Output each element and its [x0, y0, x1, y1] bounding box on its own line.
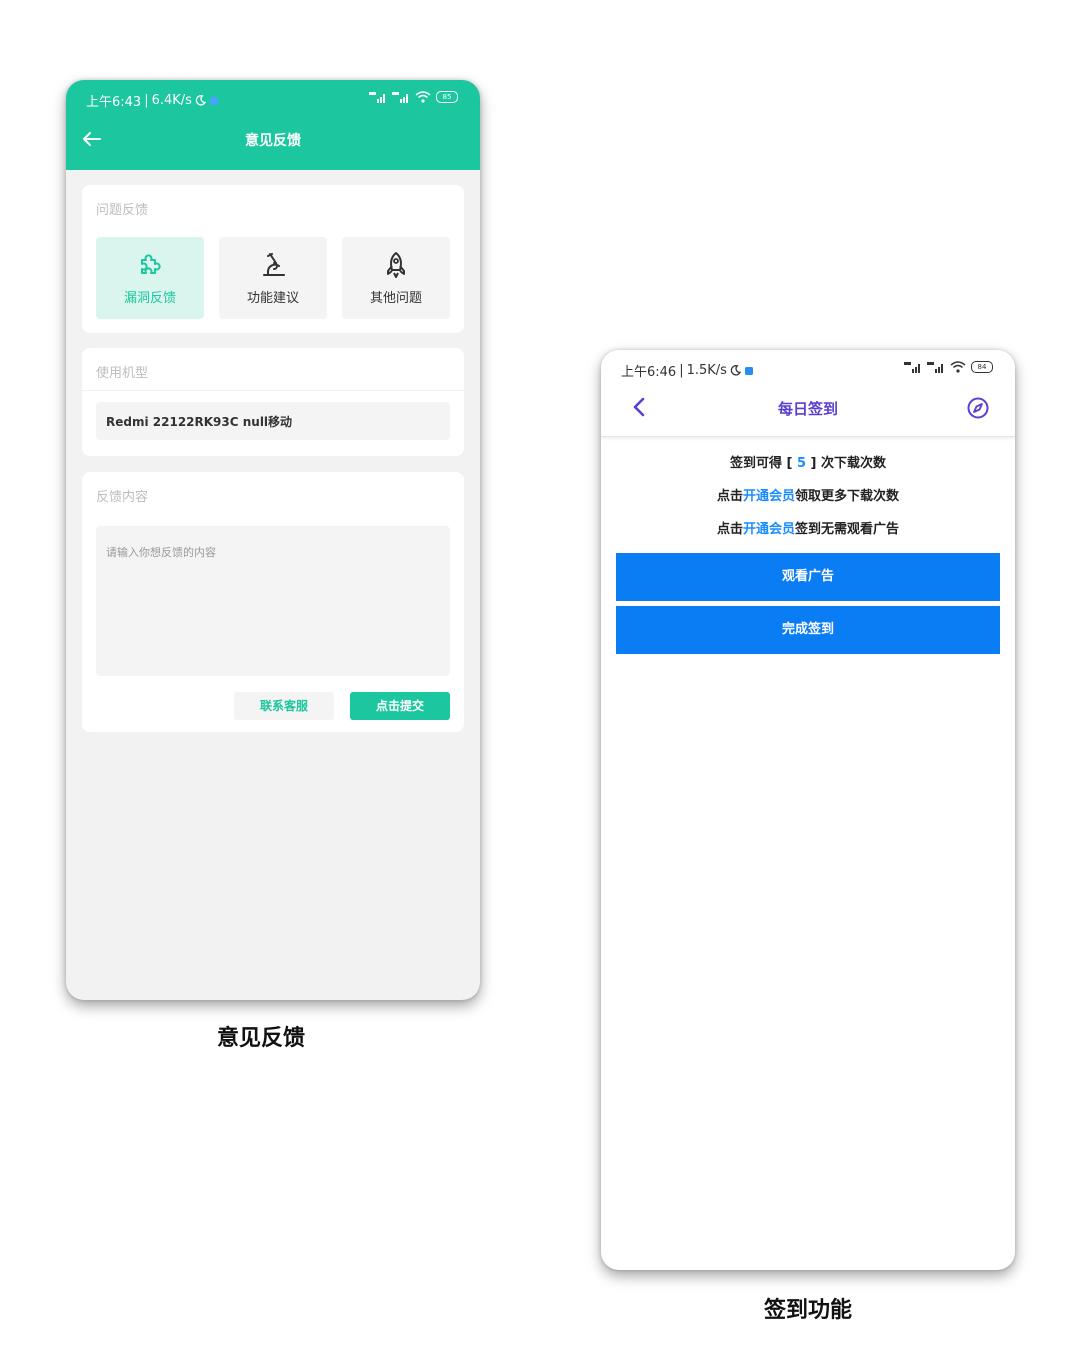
status-bar: 上午6:43 | 6.4K/s 85 — [66, 80, 480, 116]
rocket-icon — [387, 252, 405, 278]
option-other-issues[interactable]: 其他问题 — [342, 237, 450, 319]
status-speed: 6.4K/s — [151, 93, 192, 108]
feedback-textarea[interactable]: 请输入你想反馈的内容 — [96, 526, 450, 676]
contact-support-button[interactable]: 联系客服 — [234, 692, 334, 720]
app-header: 上午6:43 | 6.4K/s 85 意见反馈 — [66, 80, 480, 170]
notification-icon — [209, 96, 218, 105]
status-speed: 1.5K/s — [686, 363, 727, 378]
option-label: 其他问题 — [369, 291, 422, 306]
caption-checkin: 签到功能 — [763, 1298, 852, 1323]
status-time: 上午6:46 — [621, 365, 677, 380]
feedback-screen: 上午6:43 | 6.4K/s 85 意见反馈 问题反馈 漏洞反馈 功能建议 其… — [66, 80, 480, 1000]
open-vip-link[interactable]: 开通会员 — [743, 489, 795, 504]
vip-more-downloads-text: 点击开通会员领取更多下载次数 — [716, 489, 900, 504]
checkin-screen: 上午6:46 | 1.5K/s 84 每日签到 签到可得 [ 5 ] 次下载次数… — [601, 350, 1015, 1270]
vip-no-ads-text: 点击开通会员签到无需观看广告 — [716, 522, 900, 537]
signal-icon — [927, 361, 943, 373]
wifi-icon — [415, 91, 431, 103]
device-model-value: Redmi 22122RK93C null移动 — [106, 415, 293, 429]
signal-icon — [369, 91, 385, 103]
open-vip-link[interactable]: 开通会员 — [743, 522, 795, 537]
divider — [82, 390, 464, 391]
option-label: 漏洞反馈 — [123, 291, 176, 306]
section-label: 反馈内容 — [96, 490, 149, 505]
option-feature-suggestion[interactable]: 功能建议 — [219, 237, 327, 319]
signal-icon — [904, 361, 920, 373]
signal-icon — [392, 91, 408, 103]
app-header: 上午6:46 | 1.5K/s 84 每日签到 — [601, 350, 1015, 437]
page-title: 意见反馈 — [245, 133, 301, 149]
complete-checkin-button[interactable]: 完成签到 — [616, 606, 1000, 654]
notification-icon — [744, 366, 753, 375]
option-label: 功能建议 — [246, 291, 299, 306]
device-model-card: 使用机型 Redmi 22122RK93C null移动 — [82, 348, 464, 456]
moon-icon — [730, 365, 741, 376]
compass-icon[interactable] — [967, 397, 989, 419]
caption-feedback: 意见反馈 — [216, 1026, 305, 1051]
page-title: 每日签到 — [777, 400, 838, 418]
option-bug-feedback[interactable]: 漏洞反馈 — [96, 237, 204, 319]
section-label: 问题反馈 — [96, 203, 149, 218]
reward-count: 5 — [796, 456, 807, 471]
watch-ad-button[interactable]: 观看广告 — [616, 553, 1000, 601]
checkin-reward-text: 签到可得 [ 5 ] 次下载次数 — [729, 456, 887, 471]
status-bar: 上午6:46 | 1.5K/s 84 — [601, 350, 1015, 386]
battery-icon: 84 — [971, 361, 993, 373]
microscope-icon — [263, 253, 285, 276]
puzzle-icon — [141, 254, 161, 274]
section-label: 使用机型 — [96, 366, 149, 381]
battery-icon: 85 — [436, 91, 458, 103]
status-time: 上午6:43 — [86, 95, 142, 110]
submit-button[interactable]: 点击提交 — [350, 692, 450, 720]
issue-type-card: 问题反馈 漏洞反馈 功能建议 其他问题 — [82, 185, 464, 333]
moon-icon — [195, 95, 206, 106]
wifi-icon — [950, 361, 966, 373]
device-model-field[interactable]: Redmi 22122RK93C null移动 — [96, 402, 450, 440]
feedback-placeholder: 请输入你想反馈的内容 — [106, 546, 216, 559]
feedback-content-card: 反馈内容 请输入你想反馈的内容 联系客服 点击提交 — [82, 472, 464, 732]
